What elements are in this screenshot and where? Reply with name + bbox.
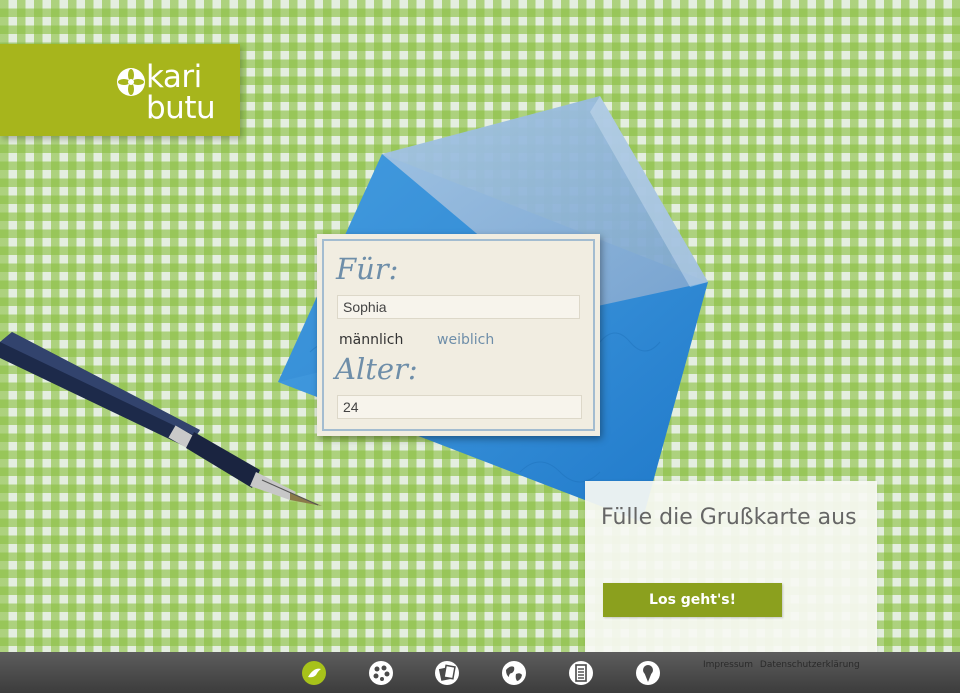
kaributu-home-icon[interactable] <box>301 660 327 686</box>
ice-cream-icon[interactable] <box>635 660 661 686</box>
recipient-name-input[interactable] <box>337 295 580 319</box>
list-icon[interactable] <box>568 660 594 686</box>
footer-links: Impressum Datenschutzerklärung <box>703 660 864 670</box>
kaributu-flower-icon <box>117 68 145 96</box>
cta-panel: Fülle die Grußkarte aus Los geht's! <box>585 481 877 652</box>
cta-title: Fülle die Grußkarte aus <box>601 505 857 530</box>
bottom-nav-bar <box>0 652 960 693</box>
imprint-link[interactable]: Impressum <box>703 660 753 670</box>
palette-icon[interactable] <box>368 660 394 686</box>
cards-icon[interactable] <box>434 660 460 686</box>
gender-female-option[interactable]: weiblich <box>437 332 494 348</box>
logo-line-1: kari <box>146 59 202 95</box>
greeting-card: Für: männlich weiblich Alter: <box>317 234 600 436</box>
age-heading: Alter: <box>335 352 418 386</box>
logo-wordmark[interactable]: kari butu <box>146 59 216 126</box>
globe-icon[interactable] <box>501 660 527 686</box>
privacy-link[interactable]: Datenschutzerklärung <box>760 660 860 670</box>
age-input[interactable] <box>337 395 582 419</box>
gender-male-option[interactable]: männlich <box>339 332 403 348</box>
tablecloth-background: kari butu Für: männlich weiblich Alter: … <box>0 0 960 652</box>
fountain-pen-illustration <box>0 332 322 506</box>
recipient-heading: Für: <box>336 252 399 286</box>
start-button[interactable]: Los geht's! <box>603 583 782 617</box>
logo-line-2: butu <box>146 90 216 126</box>
